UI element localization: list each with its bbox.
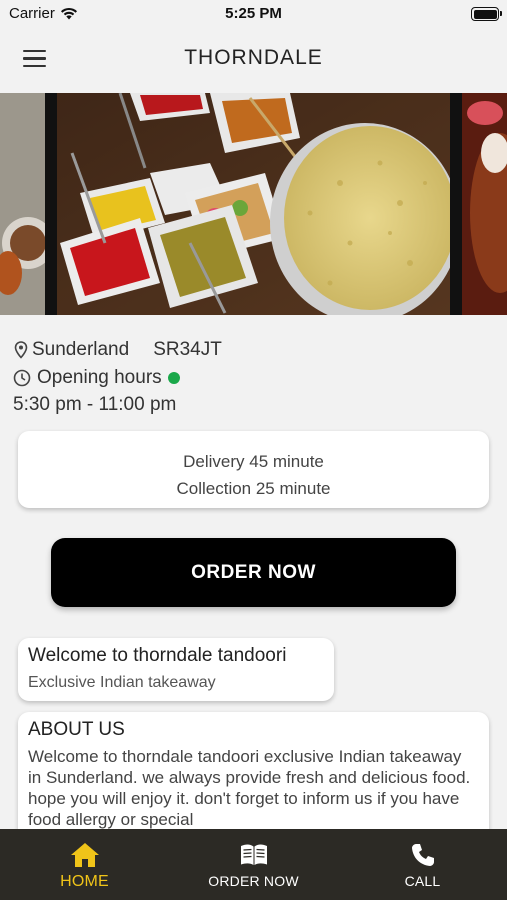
page-title: THORNDALE <box>184 46 323 69</box>
location-text: Sunderland <box>32 339 130 360</box>
open-status-indicator <box>167 372 180 384</box>
welcome-title: Welcome to thorndale tandoori <box>28 645 287 666</box>
status-time: 5:25 PM <box>225 5 282 22</box>
postcode-text: SR34JT <box>153 339 222 360</box>
welcome-card: Welcome to thorndale tandoori Exclusive … <box>18 638 334 701</box>
tab-order-now[interactable]: ORDER NOW <box>169 829 338 900</box>
tab-home-label: HOME <box>60 873 109 890</box>
hamburger-menu-icon[interactable] <box>23 50 47 70</box>
delivery-time-text: Delivery 45 minute <box>183 452 324 471</box>
welcome-subtitle: Exclusive Indian takeaway <box>28 674 216 691</box>
clock-icon <box>13 369 31 387</box>
tab-call-label: CALL <box>404 873 441 889</box>
opening-hours-time: 5:30 pm - 11:00 pm <box>13 394 177 415</box>
tab-home[interactable]: HOME <box>0 829 169 900</box>
bottom-tab-bar: HOME ORDER NOW CALL <box>0 829 507 900</box>
delivery-times-card: Delivery 45 minute Collection 25 minute <box>18 431 489 508</box>
battery-icon <box>471 7 502 21</box>
status-bar: Carrier 5:25 PM <box>0 0 507 30</box>
order-now-button[interactable]: ORDER NOW <box>51 538 456 607</box>
home-icon <box>70 843 99 867</box>
opening-hours-row: Opening hours <box>13 364 493 392</box>
about-title: ABOUT US <box>28 719 125 740</box>
tab-call[interactable]: CALL <box>338 829 507 900</box>
navigation-bar: THORNDALE <box>0 30 507 93</box>
menu-book-icon <box>240 844 267 865</box>
location-row: Sunderland SR34JT <box>13 336 493 364</box>
phone-icon <box>411 844 434 866</box>
food-banner-carousel[interactable] <box>0 93 507 315</box>
restaurant-info: Sunderland SR34JT Opening hours 5:30 pm … <box>13 336 493 416</box>
opening-hours-label: Opening hours <box>37 367 162 388</box>
tab-order-now-label: ORDER NOW <box>208 873 299 889</box>
location-pin-icon <box>14 341 28 359</box>
about-body: Welcome to thorndale tandoori exclusive … <box>28 747 471 829</box>
food-photo <box>0 93 507 315</box>
collection-time-text: Collection 25 minute <box>176 479 331 498</box>
